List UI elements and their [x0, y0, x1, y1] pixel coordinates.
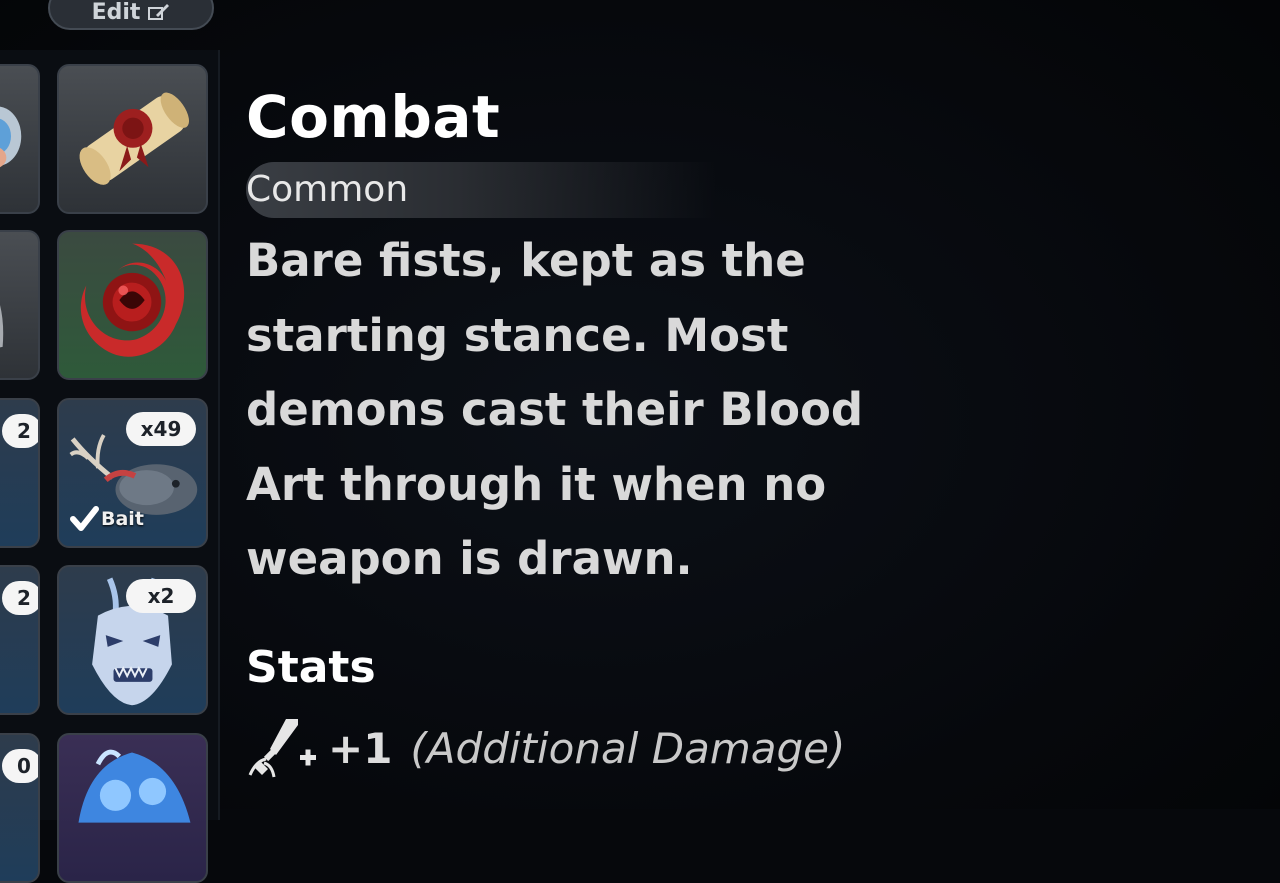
scroll-icon: [79, 92, 190, 185]
inventory-slot[interactable]: [0, 230, 40, 380]
item-count-badge: 0: [2, 749, 38, 783]
description-line: demons cast their Blood: [246, 383, 864, 436]
checkmark-icon: [70, 506, 99, 531]
edit-button[interactable]: Edit: [48, 0, 214, 30]
blue-flame-icon: [78, 749, 191, 823]
inventory-slot[interactable]: [0, 64, 40, 214]
item-art-icon: [0, 305, 4, 348]
stat-row: +1 (Additional Damage): [246, 715, 845, 781]
blood-orb-icon: [80, 243, 185, 357]
inventory-slot-scroll[interactable]: [57, 64, 208, 214]
inventory-slot[interactable]: 2: [0, 398, 40, 548]
item-description: Bare fists, kept as the starting stance.…: [246, 224, 936, 597]
description-line: weapon is drawn.: [246, 532, 693, 585]
item-details-panel: Combat Common Bare fists, kept as the st…: [246, 78, 946, 778]
inventory-slot[interactable]: 0: [0, 733, 40, 883]
description-line: starting stance. Most: [246, 308, 789, 362]
description-line: Art through it when no: [246, 457, 827, 511]
damage-sword-icon: [248, 719, 316, 778]
inventory-slot-oni-mask[interactable]: x2: [57, 565, 208, 715]
inventory-slot[interactable]: 2: [0, 565, 40, 715]
description-line: Bare fists, kept as the: [246, 234, 806, 287]
item-count-badge: x2: [126, 579, 196, 613]
item-art-icon: [0, 106, 22, 168]
inventory-slot-blood-orb[interactable]: [57, 230, 208, 380]
stat-label: (Additional Damage): [410, 723, 846, 773]
item-name: Combat: [246, 83, 501, 151]
item-count-badge: x49: [126, 412, 196, 446]
inventory-slot-bait[interactable]: x49 Bait: [57, 398, 208, 548]
item-rarity: Common: [246, 169, 409, 210]
item-count-badge: 2: [2, 581, 38, 615]
inventory-slot-blue-flame[interactable]: [57, 733, 208, 883]
stat-value: +1: [328, 723, 393, 773]
edit-label: Edit: [91, 0, 141, 25]
bait-label: Bait: [101, 508, 144, 530]
edit-icon: [148, 4, 170, 20]
stats-heading: Stats: [246, 642, 376, 693]
bait-tag: Bait: [69, 504, 144, 534]
item-count-badge: 2: [2, 414, 38, 448]
